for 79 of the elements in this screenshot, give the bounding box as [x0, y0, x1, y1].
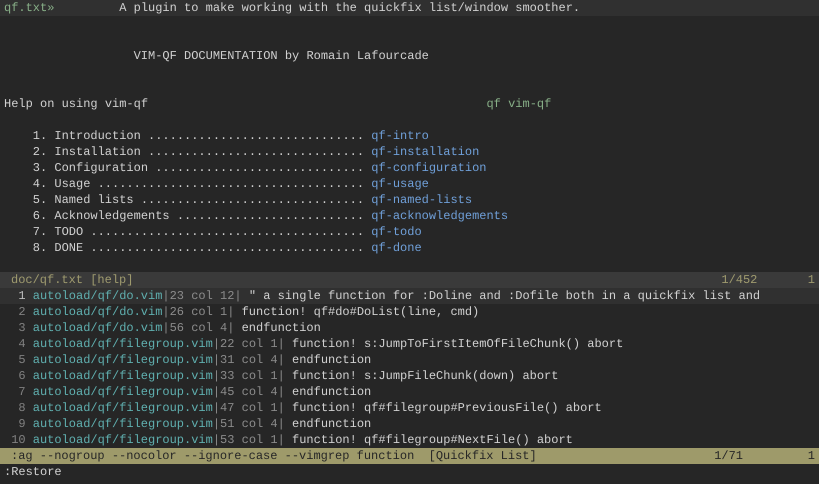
quickfix-row[interactable]: 5 autoload/qf/filegroup.vim|31 col 4| endfunction — [0, 352, 819, 368]
toc-link[interactable]: qf-intro — [371, 128, 429, 144]
match-text: endfunction — [292, 384, 372, 400]
help-tag: qf vim-qf — [486, 96, 552, 112]
line-number: 5 — [17, 352, 26, 368]
line-number: 4 — [17, 336, 26, 352]
command-line[interactable]: :Restore — [4, 464, 62, 480]
toc-link[interactable]: qf-usage — [371, 176, 429, 192]
doc-title: VIM-QF DOCUMENTATION by Romain Lafourcade — [134, 48, 429, 64]
line-number: 8 — [17, 400, 26, 416]
line-location: |53 col 1| — [212, 432, 285, 448]
toc-entry: 7. TODO ...................................... — [32, 224, 364, 240]
file-path: autoload/qf/do.vim — [32, 304, 162, 320]
status-column: 1 — [808, 272, 815, 288]
file-path: autoload/qf/filegroup.vim — [32, 400, 213, 416]
toc-link[interactable]: qf-done — [371, 240, 422, 256]
quickfix-row[interactable]: 4 autoload/qf/filegroup.vim|22 col 1| function! s:JumpToFirstItemOfFileChunk() abort — [0, 336, 819, 352]
line-location: |51 col 4| — [212, 416, 285, 432]
file-path: autoload/qf/filegroup.vim — [32, 352, 213, 368]
line-location: |47 col 1| — [212, 400, 285, 416]
line-location: |45 col 4| — [212, 384, 285, 400]
status-file: doc/qf.txt [help] — [11, 272, 134, 288]
file-path: autoload/qf/filegroup.vim — [32, 336, 213, 352]
line-number: 2 — [17, 304, 26, 320]
file-path: autoload/qf/filegroup.vim — [32, 368, 213, 384]
toc-entry: 2. Installation .............................. — [32, 144, 364, 160]
toc-entry: 5. Named lists ............................... — [32, 192, 364, 208]
line-location: |23 col 12| — [162, 288, 242, 304]
toc-entry: 1. Introduction .............................. — [32, 128, 364, 144]
toc-link[interactable]: qf-configuration — [371, 160, 486, 176]
match-text: function! qf#filegroup#NextFile() abort — [292, 432, 573, 448]
match-text: endfunction — [292, 416, 372, 432]
status-column: 1 — [808, 448, 815, 464]
quickfix-row[interactable]: 9 autoload/qf/filegroup.vim|51 col 4| endfunction — [0, 416, 819, 432]
match-text: endfunction — [242, 320, 321, 336]
line-location: |56 col 4| — [162, 320, 234, 336]
line-location: |22 col 1| — [212, 336, 285, 352]
help-heading: Help on using vim-qf — [4, 96, 148, 112]
file-path: autoload/qf/filegroup.vim — [32, 416, 213, 432]
file-path: autoload/qf/filegroup.vim — [32, 384, 213, 400]
toc-link[interactable]: qf-installation — [371, 144, 480, 160]
quickfix-row[interactable]: 6 autoload/qf/filegroup.vim|33 col 1| function! s:JumpFileChunk(down) abort — [0, 368, 819, 384]
match-text: function! qf#filegroup#PreviousFile() abort — [292, 400, 602, 416]
quickfix-row[interactable]: 1 autoload/qf/do.vim|23 col 12| " a single function for :Doline and :Dofile both in a quickfix list and — [0, 288, 819, 304]
file-path: autoload/qf/filegroup.vim — [32, 432, 213, 448]
toc-link[interactable]: qf-todo — [371, 224, 422, 240]
line-number: 9 — [17, 416, 26, 432]
help-tag: qf.txt» — [4, 0, 54, 16]
line-number: 6 — [17, 368, 26, 384]
line-location: |26 col 1| — [162, 304, 234, 320]
status-position: 1/71 — [714, 448, 743, 464]
line-number: 1 — [17, 288, 26, 304]
line-number: 10 — [10, 432, 26, 448]
line-number: 7 — [17, 384, 26, 400]
quickfix-row[interactable]: 3 autoload/qf/do.vim|56 col 4| endfunction — [0, 320, 819, 336]
match-text: function! s:JumpToFirstItemOfFileChunk() abort — [292, 336, 624, 352]
match-text: endfunction — [292, 352, 372, 368]
line-number: 3 — [17, 320, 26, 336]
status-command: :ag --nogroup --nocolor --ignore-case --vimgrep function — [11, 448, 414, 464]
toc-entry: 3. Configuration ............................. — [32, 160, 364, 176]
quickfix-row[interactable]: 8 autoload/qf/filegroup.vim|47 col 1| function! qf#filegroup#PreviousFile() abort — [0, 400, 819, 416]
line-location: |33 col 1| — [212, 368, 285, 384]
match-text: " a single function for :Doline and :Dofile both in a quickfix list and — [248, 288, 760, 304]
toc-entry: 8. DONE ...................................... — [32, 240, 364, 256]
status-position: 1/452 — [721, 272, 758, 288]
toc-entry: 6. Acknowledgements .......................... — [32, 208, 364, 224]
toc-link[interactable]: qf-acknowledgements — [371, 208, 508, 224]
status-title: [Quickfix List] — [428, 448, 537, 464]
quickfix-row[interactable]: 2 autoload/qf/do.vim|26 col 1| function! qf#do#DoList(line, cmd) — [0, 304, 819, 320]
file-path: autoload/qf/do.vim — [32, 288, 162, 304]
file-path: autoload/qf/do.vim — [32, 320, 162, 336]
quickfix-row[interactable]: 10 autoload/qf/filegroup.vim|53 col 1| function! qf#filegroup#NextFile() abort — [0, 432, 819, 448]
toc-link[interactable]: qf-named-lists — [371, 192, 472, 208]
quickfix-row[interactable]: 7 autoload/qf/filegroup.vim|45 col 4| endfunction — [0, 384, 819, 400]
match-text: function! s:JumpFileChunk(down) abort — [292, 368, 558, 384]
line-location: |31 col 4| — [212, 352, 285, 368]
toc-entry: 4. Usage ..................................... — [32, 176, 364, 192]
description-text: A plugin to make working with the quickfix list/window smoother. — [119, 0, 580, 16]
match-text: function! qf#do#DoList(line, cmd) — [242, 304, 480, 320]
